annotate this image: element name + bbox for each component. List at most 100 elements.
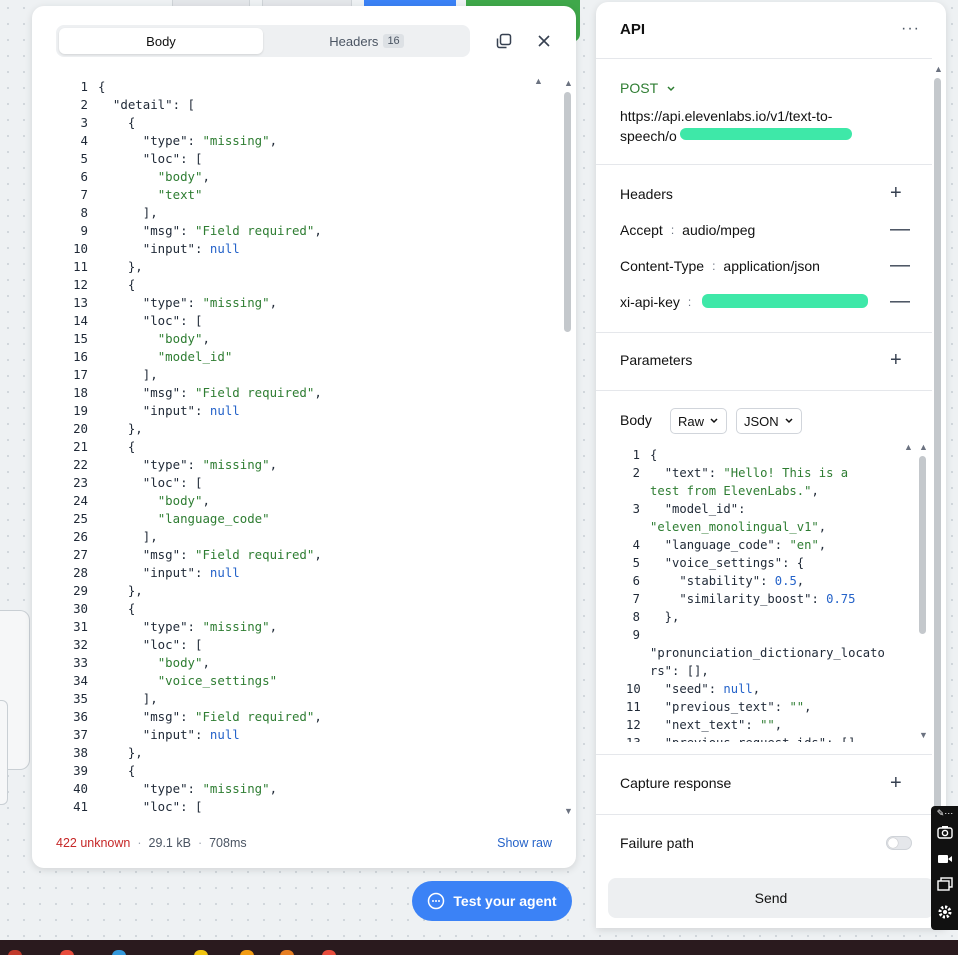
remove-header-button[interactable]: — [890, 291, 910, 311]
code-punct: : [180, 385, 195, 400]
scrollbar-down-icon[interactable]: ▼ [919, 730, 928, 740]
code-key: "loc" [142, 313, 181, 328]
scrollbar-thumb[interactable] [564, 92, 571, 332]
add-parameter-button[interactable]: + [890, 350, 902, 370]
scrollbar-up-icon[interactable]: ▲ [919, 442, 928, 452]
code-punct [98, 547, 143, 562]
scroll-up-arrow-icon[interactable]: ▲ [534, 76, 543, 86]
code-punct: : [187, 781, 203, 796]
code-line: 9 "msg": "Field required", [72, 222, 542, 240]
test-agent-label: Test your agent [453, 893, 557, 909]
code-key: "loc" [142, 637, 181, 652]
line-number: 1 [80, 79, 88, 94]
camera-icon[interactable] [935, 822, 955, 842]
code-punct: : [ [180, 313, 203, 328]
taskbar-app-icon[interactable] [280, 950, 294, 955]
taskbar-app-icon[interactable] [194, 950, 208, 955]
code-string: "voice_settings" [157, 673, 278, 688]
code-line: 34 "voice_settings" [72, 672, 542, 690]
show-raw-link[interactable]: Show raw [497, 836, 552, 850]
taskbar-app-icon[interactable] [8, 950, 22, 955]
body-section-label: Body [620, 412, 652, 428]
scrollbar-thumb[interactable] [934, 78, 941, 918]
windows-icon[interactable] [935, 874, 955, 894]
line-number: 24 [73, 493, 88, 508]
code-line: "pronunciation_dictionary_locato [626, 644, 886, 662]
scrollbar-up-icon[interactable]: ▲ [934, 64, 943, 74]
body-mode-label: Raw [678, 413, 705, 429]
url-field[interactable]: https://api.elevenlabs.io/v1/text-to-spe… [620, 106, 860, 146]
scroll-up-arrow-icon[interactable]: ▲ [904, 442, 913, 452]
code-punct: : [180, 223, 195, 238]
test-agent-button[interactable]: Test your agent [412, 881, 572, 921]
close-icon [538, 35, 550, 47]
redaction-mark [702, 294, 868, 308]
more-options-icon[interactable]: ··· [901, 20, 920, 38]
more-tools-icon[interactable]: ✎⋯ [935, 806, 955, 820]
code-string: "body" [157, 493, 203, 508]
code-key: "text" [664, 466, 709, 480]
code-punct [98, 457, 143, 472]
add-capture-button[interactable]: + [890, 773, 902, 793]
floating-toolbar: ✎⋯ [931, 806, 958, 930]
divider [596, 754, 932, 755]
taskbar-app-icon[interactable] [240, 950, 254, 955]
code-punct: : [ [180, 151, 203, 166]
code-punct: : [ [172, 97, 195, 112]
body-editor-scrollbar[interactable]: ▲ ▼ [919, 442, 928, 744]
taskbar-app-icon[interactable] [112, 950, 126, 955]
body-format-select[interactable]: JSON [736, 408, 802, 434]
send-label: Send [754, 890, 788, 906]
code-text: { [98, 438, 135, 456]
video-icon[interactable] [935, 849, 955, 869]
header-row[interactable]: Accept : audio/mpeg [620, 222, 755, 238]
code-line: 41 "loc": [ [72, 798, 542, 816]
header-row[interactable]: xi-api-key : [620, 294, 699, 310]
tab-body[interactable]: Body [59, 28, 263, 54]
line-number: 10 [626, 682, 641, 696]
code-punct [98, 349, 158, 364]
code-punct: : [774, 538, 790, 552]
header-colon: : [712, 259, 716, 273]
remove-header-button[interactable]: — [890, 255, 910, 275]
code-key: "type" [142, 781, 188, 796]
code-line: 19 "input": null [72, 402, 542, 420]
close-button[interactable] [532, 29, 556, 53]
copy-button[interactable] [492, 29, 516, 53]
code-key: rs" [650, 664, 673, 678]
code-punct: : [ [180, 475, 203, 490]
send-button[interactable]: Send [608, 878, 934, 918]
code-text: { [98, 78, 105, 96]
code-line: 1{ [72, 78, 542, 96]
scrollbar-up-icon[interactable]: ▲ [564, 78, 573, 88]
code-punct: : [708, 682, 724, 696]
response-size: 29.1 kB [148, 836, 191, 850]
response-scrollbar[interactable]: ▲ ▼ [564, 78, 573, 818]
code-key: "previous_text" [664, 700, 775, 714]
scrollbar-thumb[interactable] [919, 456, 926, 634]
tab-headers[interactable]: Headers 16 [266, 28, 467, 54]
line-number: 31 [73, 619, 88, 634]
line-number: 23 [73, 475, 88, 490]
header-row[interactable]: Content-Type : application/json [620, 258, 820, 274]
request-body-editor[interactable]: 1{2 "text": "Hello! This is a test from E… [626, 446, 886, 742]
failure-path-toggle[interactable] [886, 836, 912, 850]
scrollbar-down-icon[interactable]: ▼ [564, 806, 573, 816]
body-mode-select[interactable]: Raw [670, 408, 728, 434]
code-text: "pronunciation_dictionary_locato [650, 644, 885, 662]
code-punct: : [194, 403, 210, 418]
chevron-down-icon [667, 86, 675, 92]
code-key: "loc" [142, 151, 181, 166]
taskbar-app-icon[interactable] [60, 950, 74, 955]
code-text: "previous_text": "", [650, 698, 812, 716]
code-string: "Hello! This is a [723, 466, 849, 480]
response-body-code[interactable]: 1{2 "detail": [3 {4 "type": "missing", 5 … [72, 78, 542, 823]
method-label: POST [620, 80, 658, 96]
settings-gear-icon[interactable] [935, 902, 955, 922]
remove-header-button[interactable]: — [890, 219, 910, 239]
api-panel-scrollbar[interactable]: ▲ [934, 64, 943, 924]
add-header-button[interactable]: + [890, 183, 902, 203]
taskbar-app-icon[interactable] [322, 950, 336, 955]
method-select[interactable]: POST [620, 80, 676, 96]
code-punct [98, 223, 143, 238]
